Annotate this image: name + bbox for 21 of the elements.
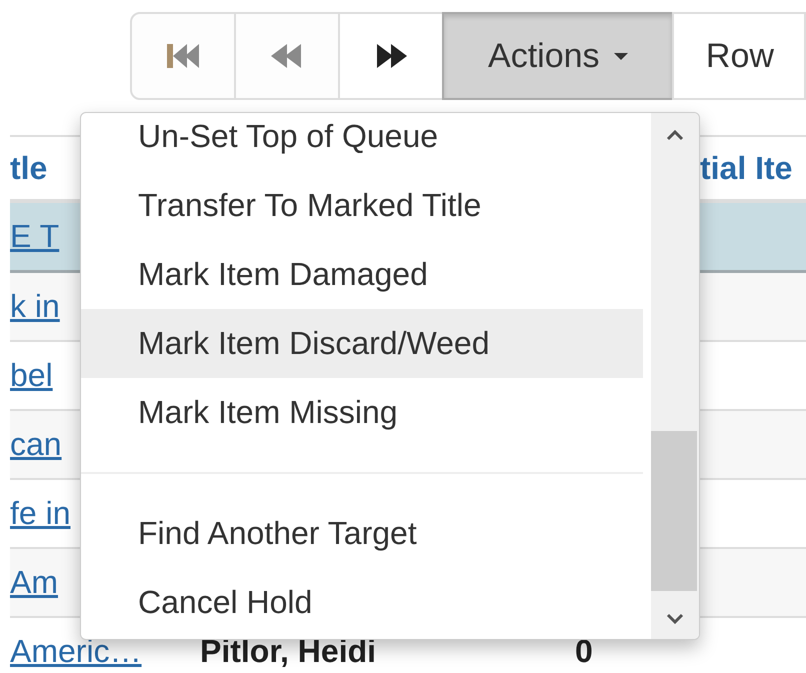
menu-item[interactable]: Find Another Target — [81, 499, 643, 568]
menu-item[interactable]: Transfer To Marked Title — [81, 171, 643, 240]
title-link[interactable]: can — [10, 426, 62, 462]
column-header[interactable]: tial Ite — [700, 150, 806, 186]
title-link[interactable]: bel — [10, 357, 53, 393]
title-link[interactable]: E T — [10, 218, 60, 254]
scrollbar[interactable] — [651, 113, 699, 639]
rows-button[interactable]: Row — [672, 12, 806, 100]
menu-item[interactable]: Un-Set Top of Queue — [81, 113, 643, 171]
actions-dropdown-button[interactable]: Actions — [442, 12, 674, 100]
title-link[interactable]: Am — [10, 564, 58, 600]
scroll-up-icon[interactable] — [665, 129, 685, 141]
title-link[interactable]: fe in — [10, 495, 70, 531]
menu-item[interactable]: Mark Item Missing — [81, 378, 643, 447]
scroll-down-icon[interactable] — [665, 613, 685, 625]
menu-item[interactable]: Mark Item Discard/Weed — [81, 309, 643, 378]
scrollbar-thumb[interactable] — [651, 431, 697, 591]
next-page-button[interactable] — [338, 12, 444, 100]
title-link[interactable]: k in — [10, 288, 60, 324]
caret-icon — [614, 52, 628, 60]
menu-item[interactable]: Mark Item Damaged — [81, 240, 643, 309]
